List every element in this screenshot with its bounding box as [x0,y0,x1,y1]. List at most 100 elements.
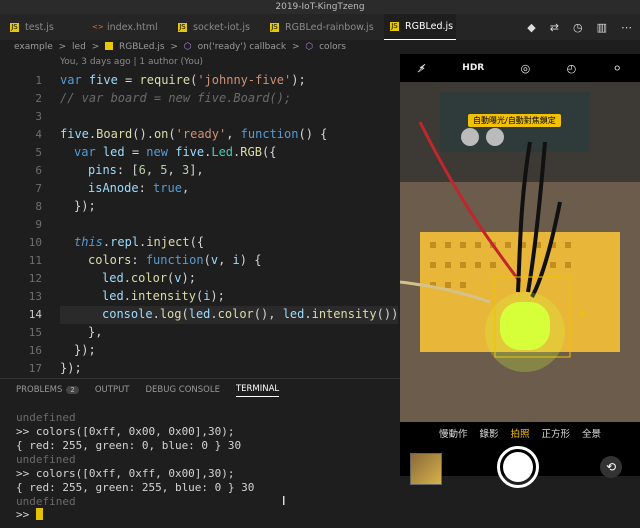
breadcrumb-symbol-callback[interactable]: on('ready') callback [198,42,287,52]
chevron-right-icon: > [91,42,100,52]
tab-label: PROBLEMS [16,385,63,395]
tab-label: RGBLed.js [405,21,454,32]
tab-label: index.html [107,21,158,33]
hdr-toggle[interactable]: HDR [462,63,484,73]
svg-text:☀: ☀ [578,309,587,320]
line-number: 17 [28,362,42,375]
flash-off-icon[interactable]: ⚡̸ [418,62,426,75]
filters-icon[interactable]: ⚪ [613,62,622,75]
line-number-current: 14 [28,308,42,321]
prompt-text: >> [16,508,36,521]
cube-icon: ⬡ [183,42,192,52]
line-number: 6 [35,164,42,177]
code-line: }); [74,199,96,213]
line-number: 7 [35,182,42,195]
terminal-line: undefined [16,495,76,508]
tab-socket-iot-js[interactable]: JS socket-iot.js [178,14,268,40]
code-line: pins: [6, 5, 3], [88,163,204,177]
tab-label: socket-iot.js [193,21,250,33]
mode-slomo[interactable]: 慢動作 [439,426,468,444]
breadcrumb-symbol-colors[interactable]: colors [319,42,346,52]
line-number: 12 [28,272,42,285]
line-number: 1 [35,74,42,87]
code-line: isAnode: true, [88,181,190,195]
tab-problems[interactable]: PROBLEMS 2 [16,385,79,395]
tab-index-html[interactable]: <> index.html [92,14,172,40]
text-cursor [35,508,43,520]
problems-count-badge: 2 [66,386,79,394]
code-line: led.intensity(i); [102,289,225,303]
line-number: 5 [35,146,42,159]
code-line: this.repl.inject({ [74,235,205,249]
tab-rgbled-rainbow-js[interactable]: JS RGBLed-rainbow.js [270,14,380,40]
tab-label: test.js [25,21,54,33]
breadcrumb: example > led > RGBLed.js > ⬡ on('ready'… [0,40,414,54]
camera-viewfinder[interactable]: ☀ 自動曝光/自動對焦鎖定 [400,82,640,422]
terminal-line: undefined [16,411,76,424]
code-line: led.color(v); [102,271,196,285]
line-number: 3 [35,110,42,123]
code-line: var led = new five.Led.RGB({ [74,145,277,159]
diamond-icon[interactable]: ◆ [527,21,535,34]
camera-top-bar: ⚡̸ HDR ◎ ◴ ⚪ [400,54,640,82]
html-file-icon: <> [92,22,104,31]
js-file-icon: JS [10,22,19,32]
more-icon[interactable]: ⋯ [621,21,632,34]
shutter-button[interactable] [497,446,539,488]
tab-terminal[interactable]: TERMINAL [235,384,280,397]
split-editor-icon[interactable]: ▥ [597,21,607,34]
js-file-icon [105,42,114,50]
chevron-right-icon: > [170,42,178,52]
chevron-right-icon: > [291,42,300,52]
history-icon[interactable]: ◷ [573,21,583,34]
camera-mode-selector: 慢動作 錄影 拍照 正方形 全景 [400,426,640,444]
tab-test-js[interactable]: JS test.js [10,14,80,40]
code-editor[interactable]: You, 3 days ago | 1 author (You) 1 2 3 4… [0,54,406,376]
camera-controls: ⟲ [400,446,640,528]
terminal-prompt[interactable]: >> [16,508,43,521]
panel-tab-bar: PROBLEMS 2 OUTPUT DEBUG CONSOLE TERMINAL [0,378,400,401]
breadcrumb-file[interactable]: RGBLed.js [119,42,165,52]
js-file-icon: JS [178,22,187,32]
code-line: var five = require('johnny-five'); [60,73,306,87]
tab-output[interactable]: OUTPUT [95,385,130,395]
line-number: 4 [35,128,42,141]
terminal-line: >> colors([0xff, 0x00, 0x00],30); [16,425,235,438]
code-line: }); [60,361,82,375]
mode-pano[interactable]: 全景 [582,426,601,444]
terminal[interactable]: undefined >> colors([0xff, 0x00, 0x00],3… [0,402,400,521]
terminal-line: >> colors([0xff, 0xff, 0x00],30); [16,467,235,480]
js-file-icon: JS [390,22,399,31]
timer-icon[interactable]: ◴ [567,62,577,75]
terminal-line: undefined [16,453,76,466]
flip-camera-icon[interactable]: ⟲ [600,456,622,478]
mode-square[interactable]: 正方形 [542,426,571,444]
code-lens-blame[interactable]: You, 3 days ago | 1 author (You) [60,57,203,67]
code-line: }, [88,325,103,339]
js-file-icon: JS [270,22,279,32]
tab-debug-console[interactable]: DEBUG CONSOLE [146,385,220,395]
line-number: 15 [28,326,42,339]
line-number: 10 [28,236,42,249]
mouse-ibeam-icon: I [282,494,286,508]
line-number: 8 [35,200,42,213]
live-photo-icon[interactable]: ◎ [521,62,531,75]
ae-af-lock-banner: 自動曝光/自動對焦鎖定 [468,114,561,127]
editor-tab-bar: JS test.js <> index.html JS socket-iot.j… [0,14,640,40]
line-number: 11 [28,254,42,267]
mode-photo[interactable]: 拍照 [510,426,529,444]
line-number: 13 [28,290,42,303]
breadcrumb-folder-led[interactable]: led [72,42,86,52]
camera-overlay: ⚡̸ HDR ◎ ◴ ⚪ ☀ 自動曝光/自動對焦鎖定 慢動作 錄影 拍照 正方形… [400,54,640,488]
mode-video[interactable]: 錄影 [479,426,498,444]
editor-actions: ◆ ⇄ ◷ ▥ ⋯ [527,14,632,40]
code-line-comment: // var board = new five.Board(); [60,91,292,105]
tab-rgbled-js[interactable]: JS RGBLed.js [384,14,456,40]
split-compare-icon[interactable]: ⇄ [550,21,559,34]
chevron-right-icon: > [58,42,67,52]
breadcrumb-folder-example[interactable]: example [14,42,53,52]
last-photo-thumbnail[interactable] [410,453,442,485]
code-line: colors: function(v, i) { [88,253,262,267]
code-line-current: console.log(led.color(), led.intensity()… [60,306,406,324]
line-number: 16 [28,344,42,357]
